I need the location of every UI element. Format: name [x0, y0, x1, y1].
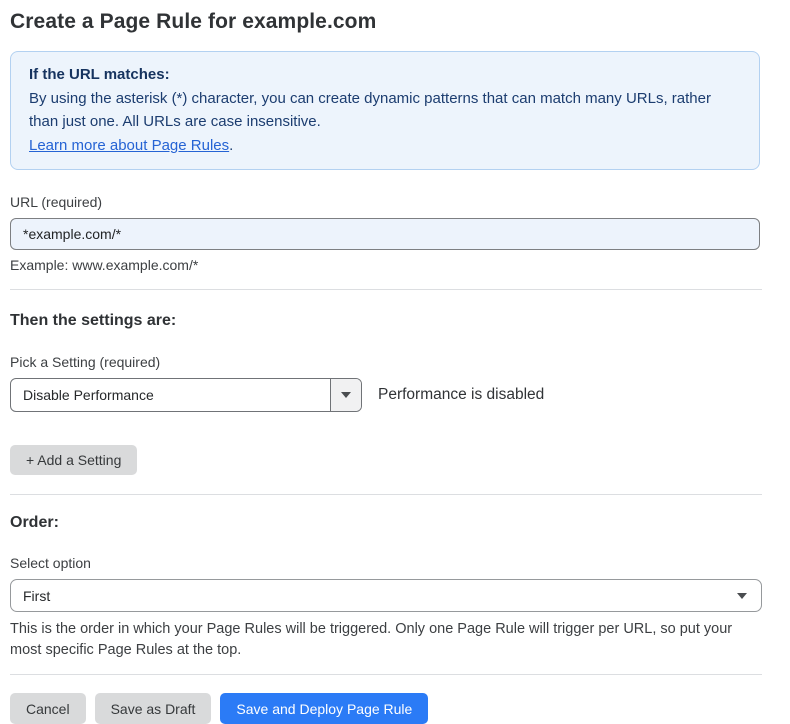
add-setting-button[interactable]: + Add a Setting: [10, 445, 137, 475]
info-box-link-line: Learn more about Page Rules.: [29, 134, 741, 158]
pick-setting-label: Pick a Setting (required): [10, 354, 762, 370]
learn-more-link[interactable]: Learn more about Page Rules: [29, 137, 229, 154]
chevron-down-icon: [341, 392, 351, 398]
chevron-down-icon: [737, 593, 747, 599]
order-section-heading: Order:: [10, 514, 762, 532]
url-matches-info-box: If the URL matches: By using the asteris…: [10, 51, 760, 170]
order-select-label: Select option: [10, 555, 762, 571]
url-example-text: Example: www.example.com/*: [10, 257, 762, 273]
cancel-button[interactable]: Cancel: [10, 693, 86, 724]
url-field-label: URL (required): [10, 194, 762, 210]
info-box-heading: If the URL matches:: [29, 63, 741, 87]
divider: [10, 494, 762, 495]
settings-section-heading: Then the settings are:: [10, 312, 762, 330]
setting-select-value: Disable Performance: [11, 379, 330, 411]
link-suffix: .: [229, 137, 233, 154]
info-box-body: By using the asterisk (*) character, you…: [29, 87, 741, 134]
save-as-draft-button[interactable]: Save as Draft: [95, 693, 212, 724]
order-select[interactable]: First: [10, 579, 762, 612]
form-actions: Cancel Save as Draft Save and Deploy Pag…: [10, 693, 762, 724]
divider: [10, 289, 762, 290]
divider: [10, 674, 762, 675]
order-select-value: First: [23, 588, 737, 604]
url-input[interactable]: [10, 218, 760, 250]
setting-status-text: Performance is disabled: [378, 386, 544, 404]
setting-select-arrow-button[interactable]: [330, 379, 361, 411]
page-title: Create a Page Rule for example.com: [10, 10, 762, 34]
create-page-rule-form: Create a Page Rule for example.com If th…: [0, 0, 790, 724]
order-help-text: This is the order in which your Page Rul…: [10, 619, 758, 661]
save-and-deploy-button[interactable]: Save and Deploy Page Rule: [220, 693, 428, 724]
setting-select[interactable]: Disable Performance: [10, 378, 362, 412]
setting-row: Disable Performance Performance is disab…: [10, 378, 762, 412]
